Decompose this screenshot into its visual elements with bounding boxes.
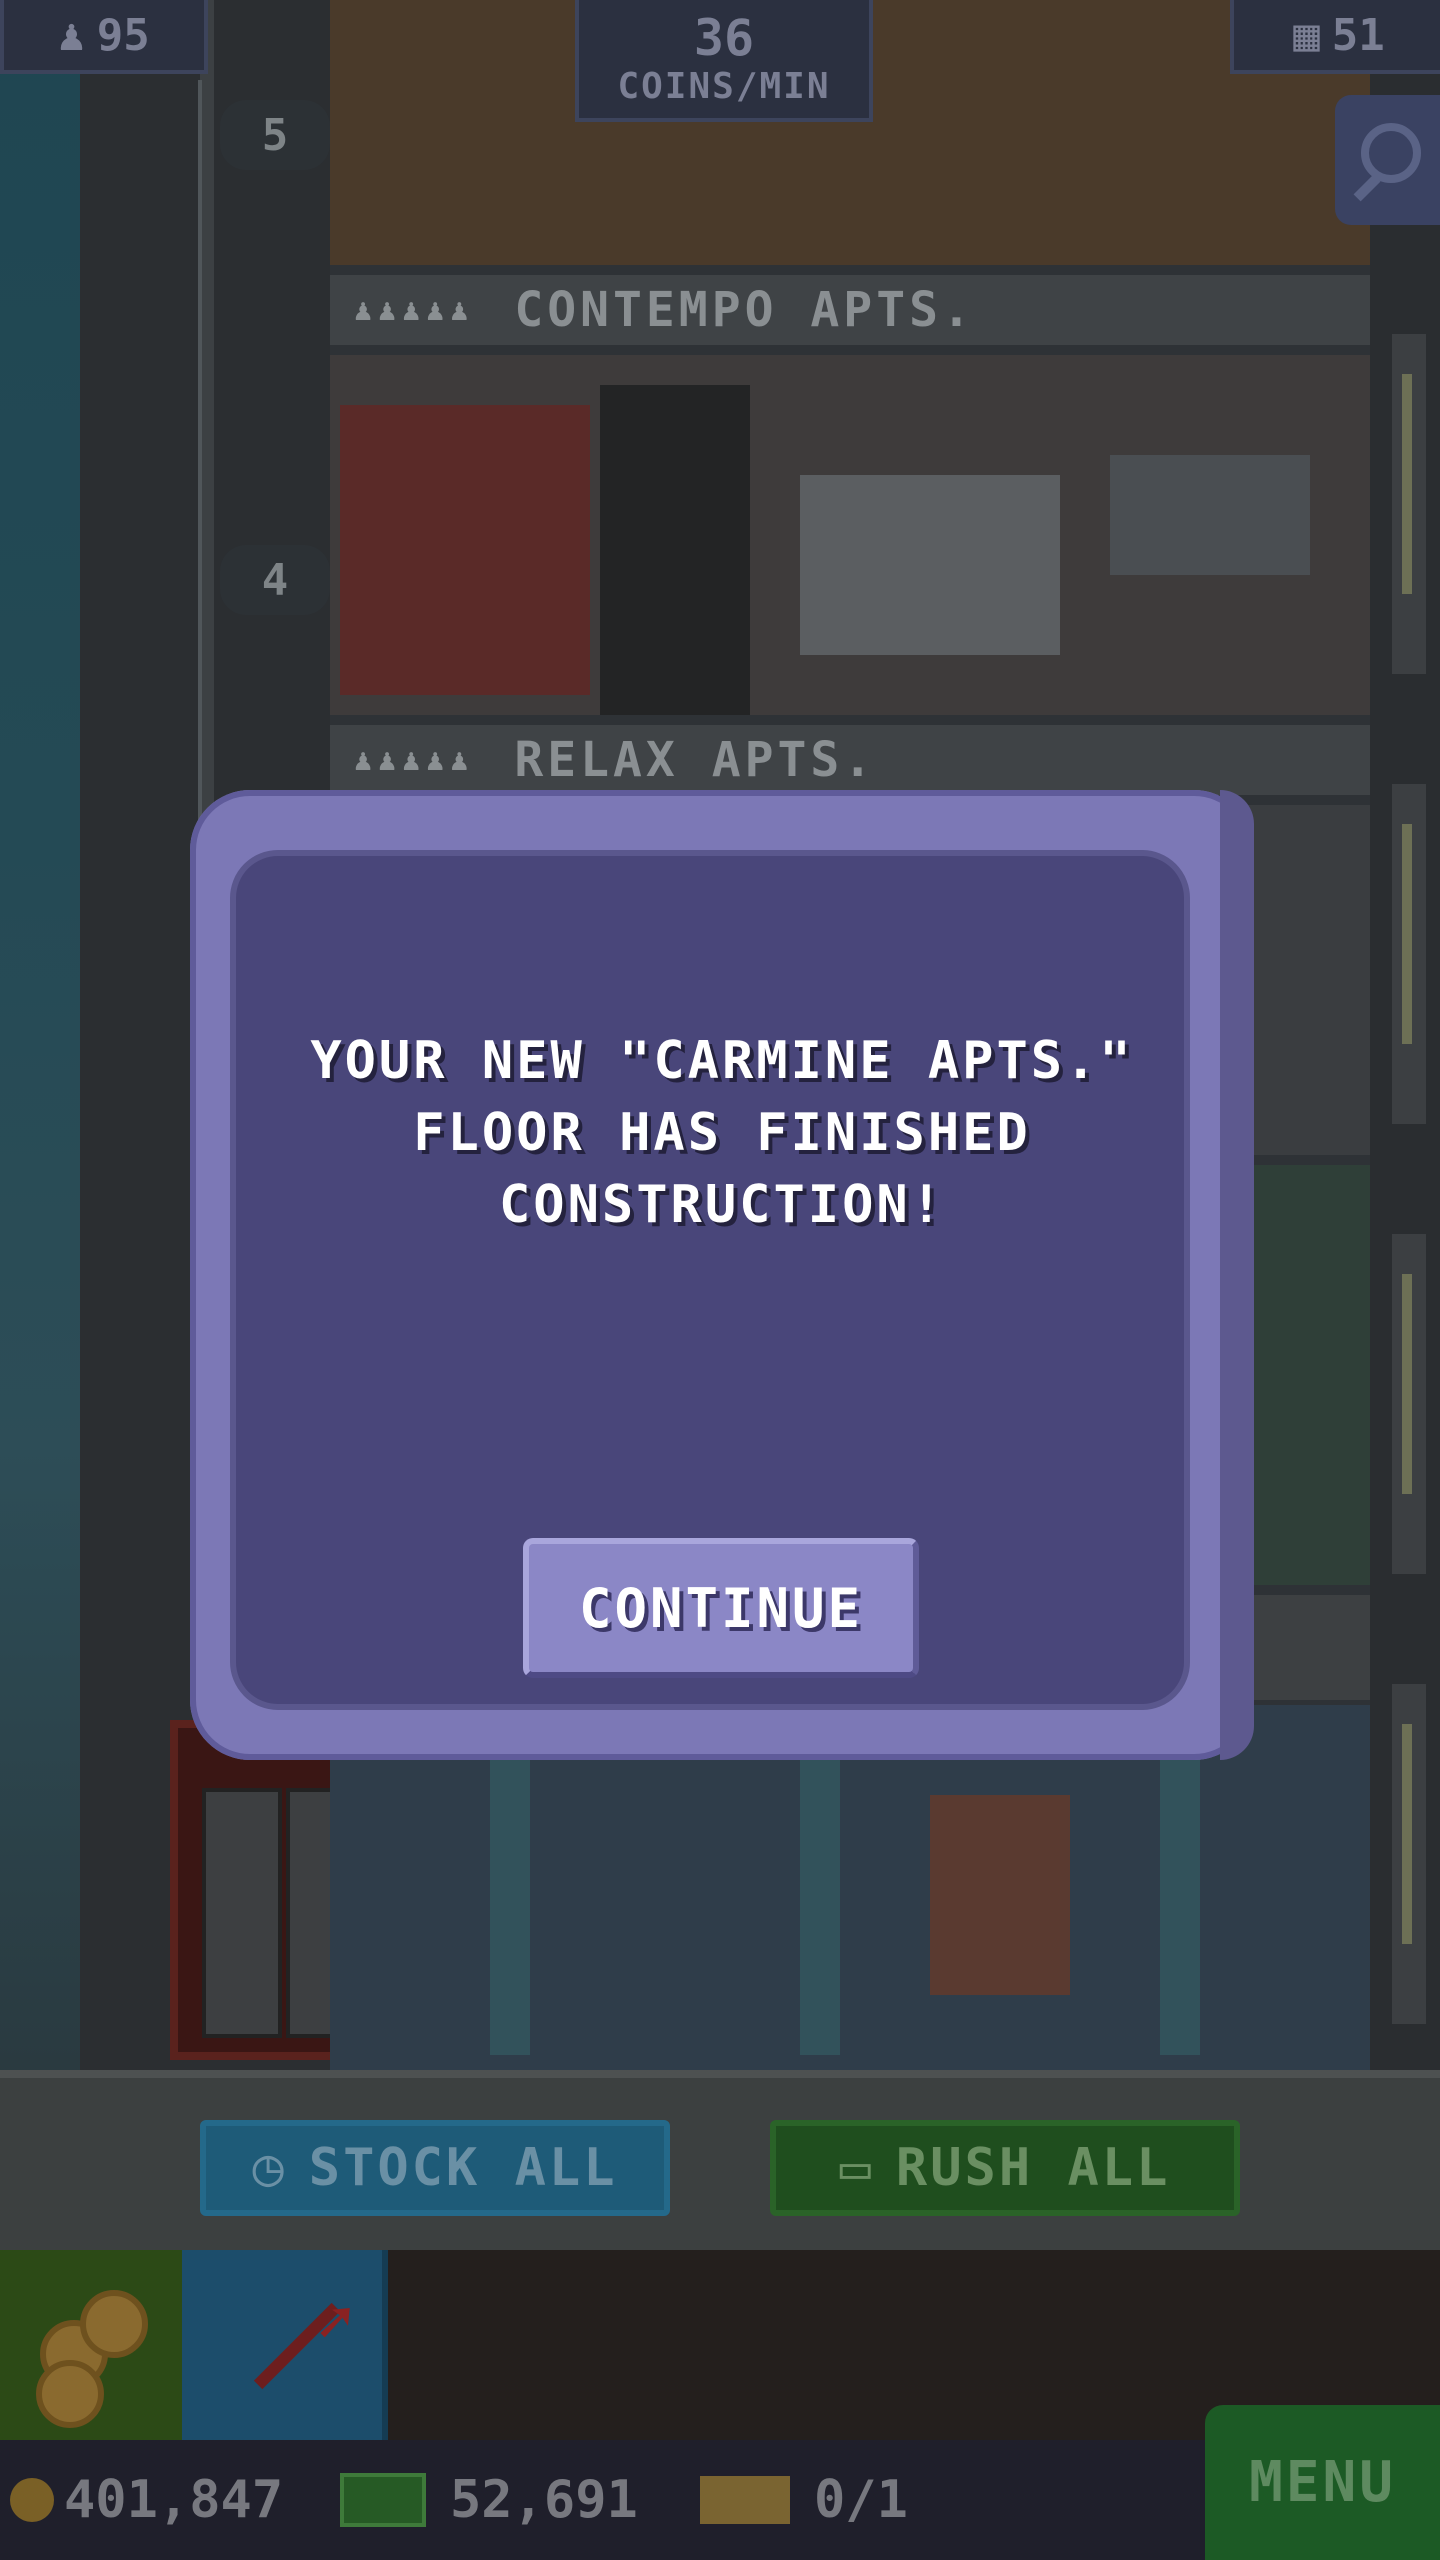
coins-rate-value: 36 — [693, 9, 755, 67]
scroll-slot — [1388, 780, 1430, 1128]
tickets-value: 0/1 — [814, 2470, 908, 2530]
floor-number: 4 — [220, 545, 330, 615]
arrow-head-icon: ➚ — [317, 2288, 354, 2358]
scroll-slot — [1388, 1230, 1430, 1578]
bux-icon — [340, 2473, 426, 2527]
floor-count-value: 51 — [1331, 9, 1385, 61]
bux-balance: 52,691 — [340, 2440, 638, 2560]
scroll-slot — [1388, 330, 1430, 678]
floor-name: RELAX APTS. — [514, 732, 877, 788]
ticket-icon — [700, 2476, 790, 2524]
floor-name: CONTEMPO APTS. — [514, 282, 975, 338]
bux-value: 52,691 — [450, 2470, 638, 2530]
coins-tool-button[interactable] — [0, 2250, 182, 2440]
floor-label: ♟♟♟♟♟ CONTEMPO APTS. — [330, 275, 1370, 345]
coin-icon — [36, 2360, 104, 2428]
room-art — [800, 475, 1060, 655]
room-door — [600, 385, 750, 715]
game-scene: 5 4 3 2 ♟♟♟♟♟ CONTEMPO APTS. ♟♟♟♟♟ RELAX… — [0, 0, 1440, 2560]
people-icon: ♟♟♟♟♟ — [354, 292, 475, 328]
floor-contempo-apts[interactable] — [330, 355, 1370, 715]
floor-counter[interactable]: ▦ 51 — [1230, 0, 1440, 74]
right-scroll-strip — [1370, 0, 1440, 2070]
continue-button[interactable]: CONTINUE — [523, 1538, 919, 1678]
clock-icon: ◷ — [252, 2138, 287, 2198]
floor-label: ♟♟♟♟♟ RELAX APTS. — [330, 725, 1370, 795]
search-icon-handle — [1353, 174, 1381, 202]
dialog-message: YOUR NEW "CARMINE APTS." FLOOR HAS FINIS… — [310, 1031, 1134, 1235]
coin-icon — [80, 2290, 148, 2358]
floor-number: 5 — [220, 100, 330, 170]
room-wall — [340, 405, 590, 695]
sky-background — [0, 0, 90, 2070]
building-icon: ▦ — [1293, 9, 1320, 61]
scroll-slot — [1388, 1680, 1430, 2028]
person-icon: ♟ — [58, 9, 85, 61]
coin-icon — [10, 2478, 54, 2522]
construction-complete-dialog: YOUR NEW "CARMINE APTS." FLOOR HAS FINIS… — [190, 790, 1254, 1760]
coins-rate-unit: COINS/MIN — [617, 66, 831, 107]
coins-balance: 401,847 — [10, 2440, 283, 2560]
move-tool-button[interactable]: ➚ — [182, 2250, 388, 2440]
lobby-statue — [930, 1795, 1070, 1995]
search-icon — [1361, 123, 1421, 183]
stock-all-button[interactable]: ◷ STOCK ALL — [200, 2120, 670, 2216]
room-shelf — [1110, 455, 1310, 575]
ticket-balance: 0/1 — [700, 2440, 908, 2560]
action-bar: ◷ STOCK ALL ▭ RUSH ALL — [0, 2070, 1440, 2250]
search-button[interactable] — [1335, 95, 1440, 225]
people-icon: ♟♟♟♟♟ — [354, 742, 475, 778]
menu-button[interactable]: MENU — [1205, 2405, 1440, 2560]
rush-all-button[interactable]: ▭ RUSH ALL — [770, 2120, 1240, 2216]
stock-all-label: STOCK ALL — [308, 2138, 618, 2198]
coins-rate-panel: 36 COINS/MIN — [575, 0, 873, 122]
coins-value: 401,847 — [64, 2470, 284, 2530]
rush-all-label: RUSH ALL — [895, 2138, 1171, 2198]
population-value: 95 — [96, 9, 150, 61]
population-counter[interactable]: ♟ 95 — [0, 0, 208, 74]
elevator-door — [202, 1788, 282, 2038]
bux-icon: ▭ — [839, 2138, 874, 2198]
